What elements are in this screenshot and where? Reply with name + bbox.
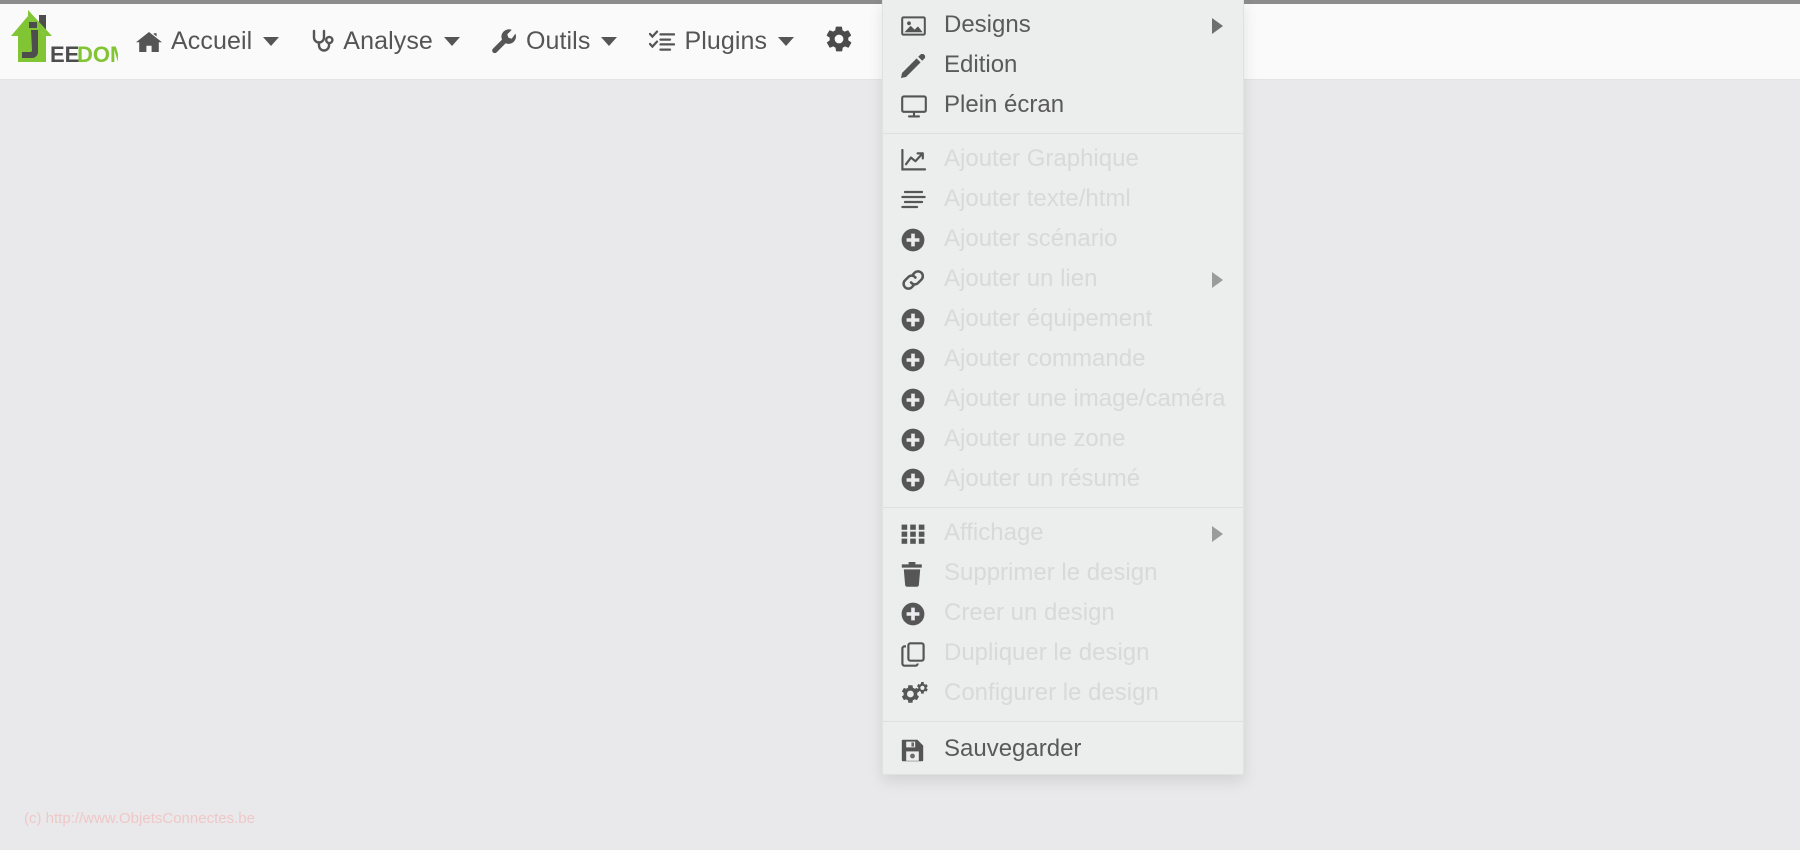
tasks-list-icon [649, 29, 676, 54]
menu-item-creer-un-design[interactable]: Creer un design [883, 594, 1243, 634]
menu-item-dupliquer-le-design[interactable]: Dupliquer le design [883, 634, 1243, 674]
menu-item-ajouter-un-lien-label: Ajouter un lien [944, 265, 1098, 292]
menu-item-edition-label: Edition [944, 51, 1018, 78]
image-icon [901, 15, 931, 37]
stethoscope-icon [311, 29, 334, 54]
menu-item-ajouter-un-resume[interactable]: Ajouter un résumé [883, 460, 1243, 500]
chevron-down-icon [443, 37, 460, 46]
desktop-icon [901, 94, 931, 118]
nav-item-settings-gear[interactable] [810, 4, 870, 80]
plus-circle-icon [901, 602, 931, 626]
chevron-right-icon [1212, 18, 1223, 34]
menu-item-ajouter-scenario-label: Ajouter scénario [944, 225, 1118, 252]
menu-section-view: Designs Edition Plein écran [883, 6, 1243, 126]
menu-divider [883, 507, 1243, 508]
link-icon [901, 268, 931, 292]
menu-item-ajouter-image-camera-label: Ajouter une image/caméra [944, 385, 1226, 412]
menu-item-creer-un-design-label: Creer un design [944, 599, 1115, 626]
menu-item-edition[interactable]: Edition [883, 46, 1243, 86]
save-icon [901, 739, 931, 762]
nav-item-accueil[interactable]: Accueil [120, 4, 295, 80]
nav-item-accueil-label: Accueil [171, 27, 253, 55]
plus-circle-icon [901, 468, 931, 492]
grid-icon [901, 523, 931, 545]
home-icon [136, 30, 162, 54]
nav-item-outils-label: Outils [525, 27, 591, 55]
menu-item-ajouter-graphique[interactable]: Ajouter Graphique [883, 140, 1243, 180]
menu-item-dupliquer-le-design-label: Dupliquer le design [944, 639, 1150, 666]
align-text-icon [901, 190, 931, 210]
menu-item-affichage[interactable]: Affichage [883, 514, 1243, 554]
menu-item-ajouter-texte-html-label: Ajouter texte/html [944, 185, 1131, 212]
jeedom-logo-mark: EE DOM [11, 9, 118, 67]
svg-text:EE: EE [50, 42, 79, 67]
menu-divider [883, 721, 1243, 722]
menu-item-ajouter-scenario[interactable]: Ajouter scénario [883, 220, 1243, 260]
plus-circle-icon [901, 388, 931, 412]
nav-item-analyse[interactable]: Analyse [295, 4, 476, 80]
menu-item-ajouter-commande-label: Ajouter commande [944, 345, 1146, 372]
menu-item-plein-ecran[interactable]: Plein écran [883, 86, 1243, 126]
menu-item-ajouter-equipement-label: Ajouter équipement [944, 305, 1153, 332]
menu-item-ajouter-commande[interactable]: Ajouter commande [883, 340, 1243, 380]
plus-circle-icon [901, 348, 931, 372]
menu-item-ajouter-une-zone[interactable]: Ajouter une zone [883, 420, 1243, 460]
menu-item-ajouter-image-camera[interactable]: Ajouter une image/caméra [883, 380, 1243, 420]
menu-item-supprimer-le-design-label: Supprimer le design [944, 559, 1158, 586]
menu-item-ajouter-texte-html[interactable]: Ajouter texte/html [883, 180, 1243, 220]
menu-item-configurer-le-design-label: Configurer le design [944, 679, 1159, 706]
chart-line-icon [901, 149, 931, 171]
nav-item-analyse-label: Analyse [343, 27, 433, 55]
trash-icon [901, 561, 931, 587]
menu-item-affichage-label: Affichage [944, 519, 1044, 546]
plus-circle-icon [901, 308, 931, 332]
nav-item-plugins[interactable]: Plugins [633, 4, 810, 80]
footer-copyright: (c) http://www.ObjetsConnectes.be [24, 810, 255, 827]
chevron-down-icon [601, 37, 618, 46]
wrench-icon [492, 29, 517, 54]
plus-circle-icon [901, 428, 931, 452]
nav-item-plugins-label: Plugins [684, 27, 768, 55]
menu-item-designs-label: Designs [944, 11, 1031, 38]
menu-item-supprimer-le-design[interactable]: Supprimer le design [883, 554, 1243, 594]
cogs-icon [901, 682, 931, 706]
menu-item-sauvegarder[interactable]: Sauvegarder [883, 728, 1243, 772]
chevron-right-icon [1212, 272, 1223, 288]
svg-text:DOM: DOM [77, 42, 118, 67]
nav-item-outils[interactable]: Outils [476, 4, 634, 80]
jeedom-logo[interactable]: EE DOM [0, 4, 120, 80]
menu-divider [883, 133, 1243, 134]
menu-section-save: Sauvegarder [883, 728, 1243, 772]
chevron-down-icon [778, 37, 795, 46]
chevron-down-icon [263, 37, 280, 46]
design-dropdown-menu[interactable]: Designs Edition Plein écran Ajouter Grap… [882, 0, 1244, 775]
menu-item-ajouter-un-lien[interactable]: Ajouter un lien [883, 260, 1243, 300]
menu-item-ajouter-graphique-label: Ajouter Graphique [944, 145, 1139, 172]
pencil-icon [901, 54, 931, 78]
menu-item-sauvegarder-label: Sauvegarder [944, 735, 1082, 762]
menu-item-plein-ecran-label: Plein écran [944, 91, 1065, 118]
chevron-right-icon [1212, 526, 1223, 542]
menu-item-ajouter-un-resume-label: Ajouter un résumé [944, 465, 1141, 492]
menu-item-ajouter-equipement[interactable]: Ajouter équipement [883, 300, 1243, 340]
copy-icon [901, 641, 931, 667]
menu-item-ajouter-une-zone-label: Ajouter une zone [944, 425, 1126, 452]
menu-item-designs[interactable]: Designs [883, 6, 1243, 46]
gear-icon [824, 24, 854, 59]
plus-circle-icon [901, 228, 931, 252]
menu-section-add: Ajouter Graphique Ajouter texte/html Ajo… [883, 140, 1243, 500]
menu-section-manage: Affichage Supprimer le design Creer un d… [883, 514, 1243, 714]
menu-item-configurer-le-design[interactable]: Configurer le design [883, 674, 1243, 714]
